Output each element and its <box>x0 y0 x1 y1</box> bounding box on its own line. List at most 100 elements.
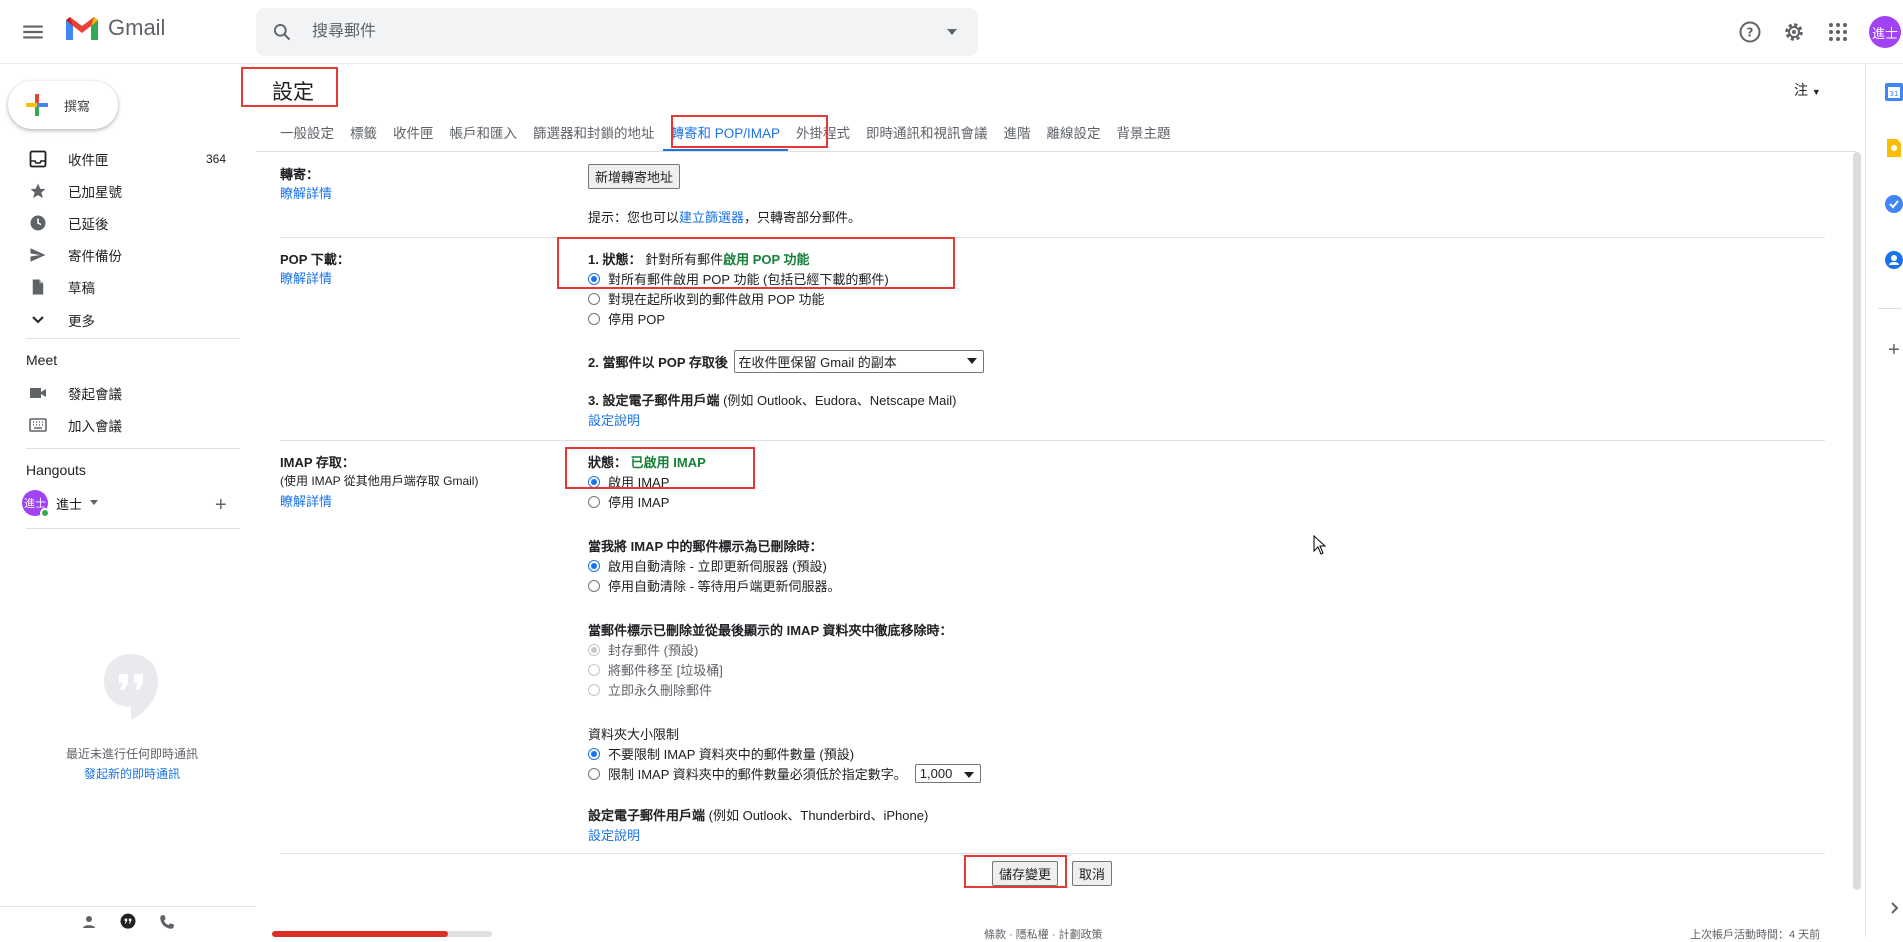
phone-icon[interactable] <box>158 913 176 931</box>
compose-button[interactable]: 撰寫 <box>8 81 118 129</box>
last-activity-text[interactable]: 上次帳戶活動時間：4 天前 <box>1690 926 1820 942</box>
option-label: 停用 IMAP <box>608 495 670 510</box>
forwarding-tip: 提示：您也可以建立篩選器，只轉寄部分郵件。 <box>588 207 861 226</box>
imap-client-config: 設定電子郵件用戶端 (例如 Outlook、Thunderbird、iPhone… <box>588 805 928 824</box>
hangouts-start-chat-link[interactable]: 發起新的即時通訊 <box>40 765 224 782</box>
create-filter-link[interactable]: 建立篩選器 <box>679 210 744 225</box>
nav-item-inbox[interactable]: 收件匣 364 <box>0 143 240 175</box>
help-icon[interactable]: ? <box>1738 20 1762 44</box>
imap-autoexpunge-off[interactable]: 停用自動清除 - 等待用戶端更新伺服器。 <box>588 576 841 595</box>
nav-item-more[interactable]: 更多 <box>0 304 240 336</box>
meet-new-meeting[interactable]: 發起會議 <box>0 377 240 409</box>
pop-when-label: 2. 當郵件以 POP 存取後 <box>588 355 728 370</box>
hangouts-user[interactable]: 進士 進士 <box>22 490 99 518</box>
radio-button[interactable] <box>588 495 600 508</box>
tab-labels[interactable]: 標籤 <box>342 116 385 152</box>
tab-filters[interactable]: 篩選器和封鎖的地址 <box>525 116 663 152</box>
radio-button[interactable] <box>588 292 600 305</box>
option-label: 停用自動清除 - 等待用戶端更新伺服器。 <box>608 579 841 594</box>
svg-text:31: 31 <box>1890 90 1899 98</box>
input-tools-label: 注 <box>1794 82 1808 98</box>
pop-client-rest: (例如 Outlook、Eudora、Netscape Mail) <box>723 393 957 408</box>
add-hangout-icon[interactable]: + <box>215 494 227 517</box>
imap-config-instructions-link[interactable]: 設定說明 <box>588 825 640 844</box>
tab-offline[interactable]: 離線設定 <box>1039 116 1109 152</box>
tasks-icon[interactable] <box>1884 194 1903 214</box>
main-menu-icon[interactable] <box>20 19 46 45</box>
meet-join-meeting[interactable]: 加入會議 <box>0 409 240 441</box>
highlight-box <box>241 67 338 107</box>
search-input[interactable] <box>312 8 912 56</box>
nav-divider <box>26 528 240 529</box>
tab-advanced[interactable]: 進階 <box>996 116 1039 152</box>
settings-scrollbar[interactable] <box>1853 152 1861 890</box>
search-options-icon[interactable] <box>946 28 958 36</box>
tab-general[interactable]: 一般設定 <box>272 116 342 152</box>
imap-autoexpunge-on[interactable]: 啟用自動清除 - 立即更新伺服器 (預設) <box>588 556 827 575</box>
forwarding-learn-more-link[interactable]: 瞭解詳情 <box>280 183 332 202</box>
tab-chat-meet[interactable]: 即時通訊和視訊會議 <box>858 116 996 152</box>
imap-option-disable[interactable]: 停用 IMAP <box>588 492 669 511</box>
option-label: 不要限制 IMAP 資料夾中的郵件數量 (預設) <box>608 747 855 762</box>
imap-folder-no-limit[interactable]: 不要限制 IMAP 資料夾中的郵件數量 (預設) <box>588 744 854 763</box>
cancel-button[interactable]: 取消 <box>1072 861 1113 886</box>
tip-suffix: ，只轉寄部分郵件。 <box>744 210 862 225</box>
input-tools-selector[interactable]: 注 ▼ <box>1794 80 1821 100</box>
show-side-panel-chevron-icon[interactable] <box>1884 898 1903 918</box>
pop-action-select[interactable]: 在收件匣保留 Gmail 的副本 <box>733 350 984 373</box>
pop-label: POP 下載： <box>280 252 350 267</box>
pop-option-disable[interactable]: 停用 POP <box>588 309 665 328</box>
nav-item-sent[interactable]: 寄件備份 <box>0 239 240 271</box>
keep-icon[interactable] <box>1884 138 1903 158</box>
add-forwarding-address-button[interactable]: 新增轉寄地址 <box>588 164 681 189</box>
tip-prefix: 提示：您也可以 <box>588 210 680 225</box>
tab-accounts[interactable]: 帳戶和匯入 <box>442 116 526 152</box>
gmail-logo[interactable]: Gmail <box>64 14 165 42</box>
nav-label: 已延後 <box>68 217 109 232</box>
radio-button[interactable] <box>588 579 600 592</box>
radio-button[interactable] <box>588 312 600 325</box>
hangouts-chat-icon[interactable] <box>118 912 138 932</box>
apps-grid-icon[interactable] <box>1826 20 1850 44</box>
pop-option-from-now[interactable]: 對現在起所收到的郵件啟用 POP 功能 <box>588 289 824 308</box>
footer-links[interactable]: 條款 · 隱私權 · 計劃政策 <box>984 926 1103 942</box>
imap-expunge-trash: 將郵件移至 [垃圾桶] <box>588 660 723 679</box>
calendar-icon[interactable]: 31 <box>1884 82 1903 102</box>
imap-folder-limit[interactable]: 限制 IMAP 資料夾中的郵件數量必須低於指定數字。 1,000 <box>588 764 981 783</box>
top-bar: Gmail ? 進士 <box>0 0 1903 64</box>
search-icon[interactable] <box>272 22 292 42</box>
radio-button[interactable] <box>588 747 600 760</box>
get-addons-plus-icon[interactable]: + <box>1884 340 1903 360</box>
caret-down-icon <box>90 500 99 505</box>
nav-label: 已加星號 <box>68 185 122 200</box>
radio-button[interactable] <box>588 559 600 572</box>
nav-item-snoozed[interactable]: 已延後 <box>0 207 240 239</box>
radio-button[interactable] <box>588 767 600 780</box>
radio-button <box>588 683 600 696</box>
tab-themes[interactable]: 背景主題 <box>1109 116 1179 152</box>
search-bar[interactable] <box>256 8 978 56</box>
highlight-box <box>964 855 1067 888</box>
contacts-icon[interactable] <box>1884 250 1903 270</box>
pop-client-bold: 3. 設定電子郵件用戶端 <box>588 393 720 408</box>
highlight-box <box>557 237 955 289</box>
pop-learn-more-link[interactable]: 瞭解詳情 <box>280 268 332 287</box>
account-avatar[interactable]: 進士 <box>1869 16 1901 48</box>
pop-config-instructions-link[interactable]: 設定說明 <box>588 410 640 429</box>
settings-gear-icon[interactable] <box>1782 20 1806 44</box>
radio-button <box>588 663 600 676</box>
highlight-box <box>671 115 828 148</box>
tab-inbox[interactable]: 收件匣 <box>385 116 442 152</box>
folder-limit-select[interactable]: 1,000 <box>914 764 981 783</box>
nav-item-starred[interactable]: 已加星號 <box>0 175 240 207</box>
mouse-cursor-icon <box>1313 535 1327 555</box>
draft-icon <box>28 277 48 297</box>
send-icon <box>28 245 48 265</box>
imap-deleted-title: 當我將 IMAP 中的郵件標示為已刪除時： <box>588 539 823 554</box>
highlight-box <box>565 447 755 489</box>
storage-usage-fill <box>272 931 448 937</box>
nav-item-drafts[interactable]: 草稿 <box>0 271 240 303</box>
person-icon[interactable] <box>80 913 98 931</box>
option-label: 立即永久刪除郵件 <box>608 683 713 698</box>
imap-learn-more-link[interactable]: 瞭解詳情 <box>280 491 332 510</box>
